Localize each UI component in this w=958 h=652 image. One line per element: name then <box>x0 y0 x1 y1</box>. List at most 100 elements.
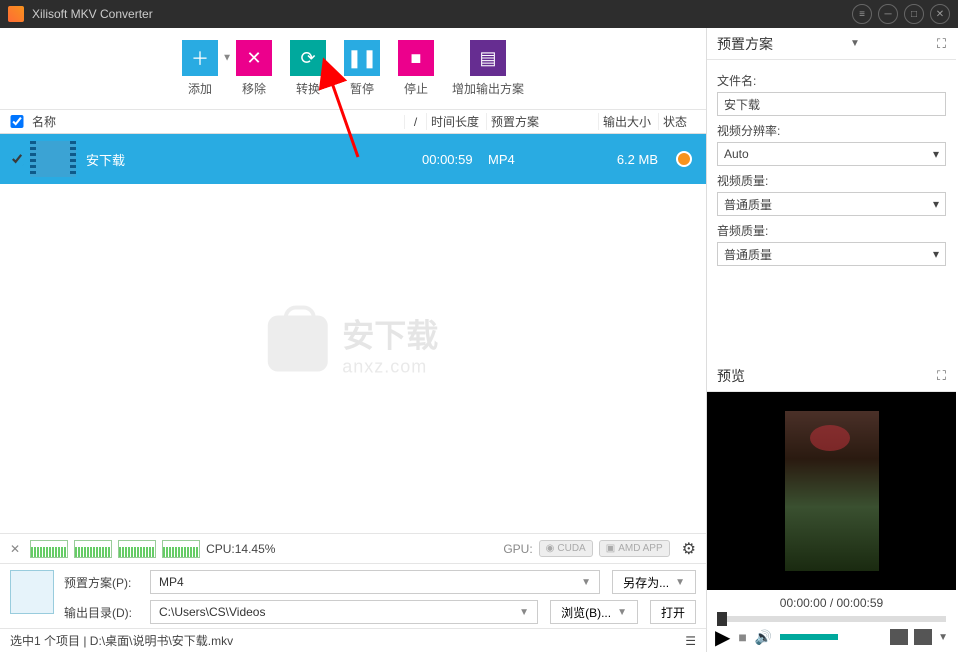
preview-frame <box>785 411 879 571</box>
item-duration: 00:00:59 <box>422 152 488 167</box>
preset-header: 预置方案▼ ⛶ <box>707 28 956 60</box>
stop-button[interactable]: ■ 停止 <box>398 40 434 97</box>
stop-label: 停止 <box>404 80 428 97</box>
cpu-label: CPU:14.45% <box>206 542 275 556</box>
chevron-down-icon: ▾ <box>933 247 939 261</box>
list-header: 名称 / 时间长度 预置方案 输出大小 状态 <box>0 110 706 134</box>
preview-canvas[interactable] <box>707 392 956 590</box>
stop-playback-icon[interactable]: ■ <box>738 629 746 645</box>
list-view-icon[interactable]: ☰ <box>685 634 696 648</box>
list-item[interactable]: 安下载 00:00:59 MP4 6.2 MB <box>0 134 706 184</box>
toolbar: ＋▼ 添加 ✕ 移除 ⟳ 转换 ❚❚ 暂停 ■ 停止 ▤ 增加输出方案 <box>0 28 706 110</box>
maximize-button[interactable]: □ <box>904 4 924 24</box>
preview-time: 00:00:00 / 00:00:59 <box>707 590 956 616</box>
volume-slider[interactable] <box>780 634 838 640</box>
close-button[interactable]: ✕ <box>930 4 950 24</box>
cpu-spark-4 <box>162 540 200 558</box>
aquality-select[interactable]: 普通质量▾ <box>717 242 946 266</box>
resolution-label: 视频分辨率: <box>717 122 946 139</box>
browse-button[interactable]: 浏览(B)...▼ <box>550 600 638 624</box>
pause-button[interactable]: ❚❚ 暂停 <box>344 40 380 97</box>
chevron-down-icon: ▼ <box>675 577 685 588</box>
convert-label: 转换 <box>296 80 320 97</box>
profile-select[interactable]: MP4 ▼ <box>150 570 600 594</box>
perf-close-icon[interactable]: ✕ <box>10 542 20 556</box>
output-dir-label: 输出目录(D): <box>64 604 142 621</box>
x-icon: ✕ <box>236 40 272 76</box>
menu-button[interactable]: ≡ <box>852 4 872 24</box>
pending-icon <box>676 151 692 167</box>
settings-gear-icon[interactable]: ⚙ <box>682 539 696 559</box>
play-icon[interactable]: ▶ <box>715 625 730 650</box>
col-profile[interactable]: 预置方案 <box>486 113 598 130</box>
output-dir-input[interactable]: C:\Users\CS\Videos ▼ <box>150 600 538 624</box>
aquality-label: 音频质量: <box>717 222 946 239</box>
filename-label: 文件名: <box>717 72 946 89</box>
profile-label: 预置方案(P): <box>64 574 142 591</box>
document-icon: ▤ <box>470 40 506 76</box>
expand-preview-icon[interactable]: ⛶ <box>937 368 946 384</box>
chevron-down-icon: ▼ <box>581 577 591 588</box>
volume-icon[interactable]: 🔊 <box>755 629 772 646</box>
amd-badge[interactable]: ▣AMD APP <box>599 540 670 557</box>
chevron-down-icon: ▾ <box>933 147 939 161</box>
gpu-label: GPU: <box>503 542 532 556</box>
title-bar: Xilisoft MKV Converter ≡ ─ □ ✕ <box>0 0 958 28</box>
vquality-select[interactable]: 普通质量▾ <box>717 192 946 216</box>
chevron-down-icon: ▾ <box>933 197 939 211</box>
convert-button[interactable]: ⟳ 转换 <box>290 40 326 97</box>
item-size: 6.2 MB <box>600 152 662 167</box>
col-size[interactable]: 输出大小 <box>598 113 658 130</box>
main-pane: ＋▼ 添加 ✕ 移除 ⟳ 转换 ❚❚ 暂停 ■ 停止 ▤ 增加输出方案 <box>0 28 707 652</box>
add-label: 添加 <box>188 80 212 97</box>
preview-header: 预览 ⛶ <box>707 360 956 392</box>
item-profile: MP4 <box>488 152 600 167</box>
bag-icon <box>268 316 328 372</box>
file-list: 安下载 00:00:59 MP4 6.2 MB 安下载 anxz.com <box>0 134 706 533</box>
watermark: 安下载 anxz.com <box>268 310 438 377</box>
save-as-button[interactable]: 另存为...▼ <box>612 570 696 594</box>
remove-button[interactable]: ✕ 移除 <box>236 40 272 97</box>
refresh-icon: ⟳ <box>290 40 326 76</box>
cpu-spark-3 <box>118 540 156 558</box>
resolution-select[interactable]: Auto▾ <box>717 142 946 166</box>
stop-icon: ■ <box>398 40 434 76</box>
col-status[interactable]: 状态 <box>658 113 706 130</box>
video-thumbnail-icon <box>30 141 76 177</box>
pause-label: 暂停 <box>350 80 374 97</box>
snapshot-menu-icon[interactable]: ▼ <box>938 632 948 643</box>
app-title: Xilisoft MKV Converter <box>32 7 846 21</box>
side-panel: 预置方案▼ ⛶ 文件名: 安下载 视频分辨率: Auto▾ 视频质量: 普通质量… <box>707 28 956 652</box>
add-button[interactable]: ＋▼ 添加 <box>182 40 218 97</box>
aspect-icon[interactable] <box>890 629 908 645</box>
item-status <box>662 151 706 167</box>
cpu-spark-1 <box>30 540 68 558</box>
plus-icon: ＋▼ <box>182 40 218 76</box>
expand-icon[interactable]: ⛶ <box>937 36 946 52</box>
seek-thumb[interactable] <box>717 612 727 626</box>
status-text: 选中1 个项目 | D:\桌面\说明书\安下载.mkv <box>10 632 233 649</box>
filename-input[interactable]: 安下载 <box>717 92 946 116</box>
cuda-badge[interactable]: ◉CUDA <box>539 540 593 557</box>
nvidia-icon: ◉ <box>546 543 555 554</box>
col-duration[interactable]: 时间长度 <box>426 113 486 130</box>
player-controls: ▶ ■ 🔊 ▼ <box>707 622 956 652</box>
chevron-down-icon: ▼ <box>519 607 529 618</box>
seek-slider[interactable] <box>717 616 946 622</box>
preview-area: 00:00:00 / 00:00:59 ▶ ■ 🔊 ▼ <box>707 392 956 652</box>
minimize-button[interactable]: ─ <box>878 4 898 24</box>
add-profile-button[interactable]: ▤ 增加输出方案 <box>452 40 524 97</box>
add-profile-label: 增加输出方案 <box>452 80 524 97</box>
cpu-spark-2 <box>74 540 112 558</box>
open-button[interactable]: 打开 <box>650 600 696 624</box>
item-checkbox[interactable] <box>8 152 26 166</box>
item-name: 安下载 <box>76 150 422 169</box>
format-icon <box>10 570 54 614</box>
snapshot-icon[interactable] <box>914 629 932 645</box>
amd-icon: ▣ <box>606 543 615 554</box>
select-all-checkbox[interactable] <box>8 115 26 128</box>
col-name[interactable]: 名称 <box>26 113 404 130</box>
chevron-down-icon: ▼ <box>617 607 627 618</box>
col-index[interactable]: / <box>404 115 426 129</box>
status-bar: 选中1 个项目 | D:\桌面\说明书\安下载.mkv ☰ <box>0 628 706 652</box>
